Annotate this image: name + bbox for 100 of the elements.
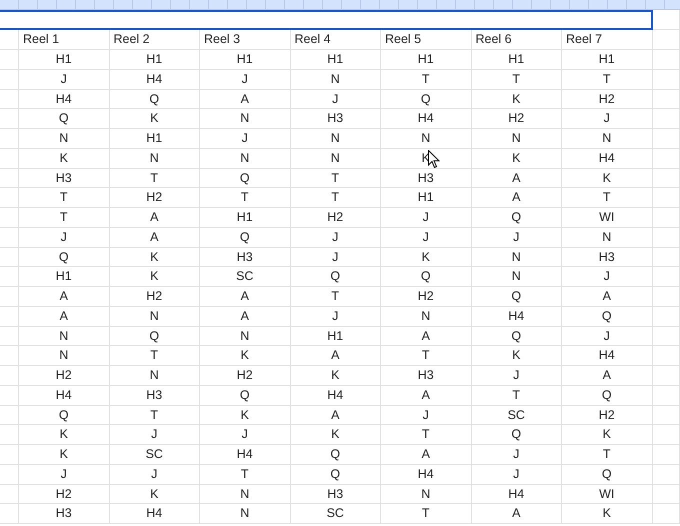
empty-cell[interactable] bbox=[652, 445, 680, 465]
empty-cell[interactable] bbox=[652, 464, 680, 484]
empty-cell[interactable] bbox=[0, 425, 19, 445]
empty-cell[interactable] bbox=[652, 228, 680, 248]
empty-cell[interactable] bbox=[0, 287, 19, 307]
empty-cell[interactable] bbox=[0, 346, 19, 366]
empty-cell[interactable] bbox=[652, 267, 680, 287]
empty-cell[interactable] bbox=[0, 228, 19, 248]
table-cell: N bbox=[381, 306, 472, 326]
table-cell: H3 bbox=[562, 248, 652, 268]
table-cell: T bbox=[381, 70, 472, 90]
empty-cell[interactable] bbox=[0, 168, 19, 188]
table-cell: T bbox=[110, 168, 200, 188]
empty-cell[interactable] bbox=[652, 90, 680, 110]
table-cell: K bbox=[200, 406, 290, 426]
empty-cell[interactable] bbox=[0, 267, 19, 287]
empty-cell[interactable] bbox=[652, 425, 680, 445]
empty-cell[interactable] bbox=[652, 148, 680, 168]
empty-cell[interactable] bbox=[0, 129, 19, 149]
empty-cell[interactable] bbox=[652, 306, 680, 326]
empty-cell[interactable] bbox=[0, 464, 19, 484]
empty-cell[interactable] bbox=[0, 326, 19, 346]
table-cell: H1 bbox=[562, 50, 652, 70]
table-cell: Reel 6 bbox=[472, 30, 562, 50]
table-cell: A bbox=[200, 287, 290, 307]
empty-cell[interactable] bbox=[0, 386, 19, 406]
empty-cell[interactable] bbox=[0, 148, 19, 168]
table-cell: N bbox=[381, 484, 472, 504]
table-cell: Q bbox=[381, 267, 472, 287]
table-cell: A bbox=[19, 287, 110, 307]
empty-cell[interactable] bbox=[0, 306, 19, 326]
empty-cell[interactable] bbox=[652, 366, 680, 386]
empty-cell[interactable] bbox=[0, 109, 19, 129]
empty-cell[interactable] bbox=[652, 109, 680, 129]
table-cell: H4 bbox=[472, 306, 562, 326]
table-cell: WI bbox=[562, 208, 652, 228]
table-cell: H1 bbox=[110, 129, 200, 149]
empty-cell[interactable] bbox=[652, 346, 680, 366]
empty-cell[interactable] bbox=[652, 30, 680, 50]
empty-cell[interactable] bbox=[0, 406, 19, 426]
empty-cell[interactable] bbox=[0, 50, 19, 70]
table-cell: N bbox=[200, 326, 290, 346]
table-cell: N bbox=[290, 148, 381, 168]
empty-cell[interactable] bbox=[0, 70, 19, 90]
empty-cell[interactable] bbox=[0, 248, 19, 268]
empty-cell[interactable] bbox=[0, 366, 19, 386]
table-cell: H2 bbox=[472, 109, 562, 129]
table-cell: A bbox=[290, 406, 381, 426]
table-cell: J bbox=[472, 464, 562, 484]
table-cell: T bbox=[562, 70, 652, 90]
empty-cell[interactable] bbox=[0, 484, 19, 504]
table-cell: H2 bbox=[110, 287, 200, 307]
empty-cell[interactable] bbox=[0, 504, 19, 524]
empty-cell[interactable] bbox=[652, 484, 680, 504]
table-cell: H2 bbox=[19, 366, 110, 386]
table-cell: H4 bbox=[381, 464, 472, 484]
empty-cell[interactable] bbox=[0, 208, 19, 228]
table-cell: T bbox=[562, 445, 652, 465]
empty-cell[interactable] bbox=[652, 50, 680, 70]
table-cell: T bbox=[290, 188, 381, 208]
table-cell: T bbox=[381, 504, 472, 524]
empty-cell[interactable] bbox=[652, 168, 680, 188]
empty-cell[interactable] bbox=[0, 188, 19, 208]
empty-cell[interactable] bbox=[652, 504, 680, 524]
table-cell: Reel 3 bbox=[200, 30, 290, 50]
table-cell: K bbox=[562, 168, 652, 188]
table-cell: A bbox=[472, 188, 562, 208]
empty-cell[interactable] bbox=[652, 406, 680, 426]
empty-cell[interactable] bbox=[652, 70, 680, 90]
empty-cell[interactable] bbox=[652, 287, 680, 307]
table-cell: Reel 2 bbox=[110, 30, 200, 50]
table-cell: H2 bbox=[110, 188, 200, 208]
empty-cell[interactable] bbox=[0, 30, 19, 50]
table-cell: J bbox=[562, 267, 652, 287]
table-cell: J bbox=[290, 90, 381, 110]
table-cell: H4 bbox=[200, 445, 290, 465]
table-cell: J bbox=[381, 208, 472, 228]
table-cell: A bbox=[110, 228, 200, 248]
table-cell: Q bbox=[110, 90, 200, 110]
empty-cell[interactable] bbox=[652, 129, 680, 149]
table-cell: J bbox=[562, 326, 652, 346]
table-cell: K bbox=[562, 504, 652, 524]
table-cell: N bbox=[472, 129, 562, 149]
table-cell: K bbox=[472, 148, 562, 168]
table-cell: H3 bbox=[19, 168, 110, 188]
table-cell: K bbox=[110, 267, 200, 287]
table-cell: H3 bbox=[290, 484, 381, 504]
empty-cell[interactable] bbox=[0, 445, 19, 465]
table-cell: H4 bbox=[472, 484, 562, 504]
empty-cell[interactable] bbox=[652, 386, 680, 406]
table-cell: H3 bbox=[290, 109, 381, 129]
table-cell: H2 bbox=[19, 484, 110, 504]
empty-cell[interactable] bbox=[652, 188, 680, 208]
table-cell: Q bbox=[19, 248, 110, 268]
empty-cell[interactable] bbox=[652, 248, 680, 268]
empty-cell[interactable] bbox=[652, 326, 680, 346]
empty-cell[interactable] bbox=[0, 90, 19, 110]
empty-cell[interactable] bbox=[652, 208, 680, 228]
table-cell: H1 bbox=[381, 50, 472, 70]
table-cell: H4 bbox=[562, 148, 652, 168]
